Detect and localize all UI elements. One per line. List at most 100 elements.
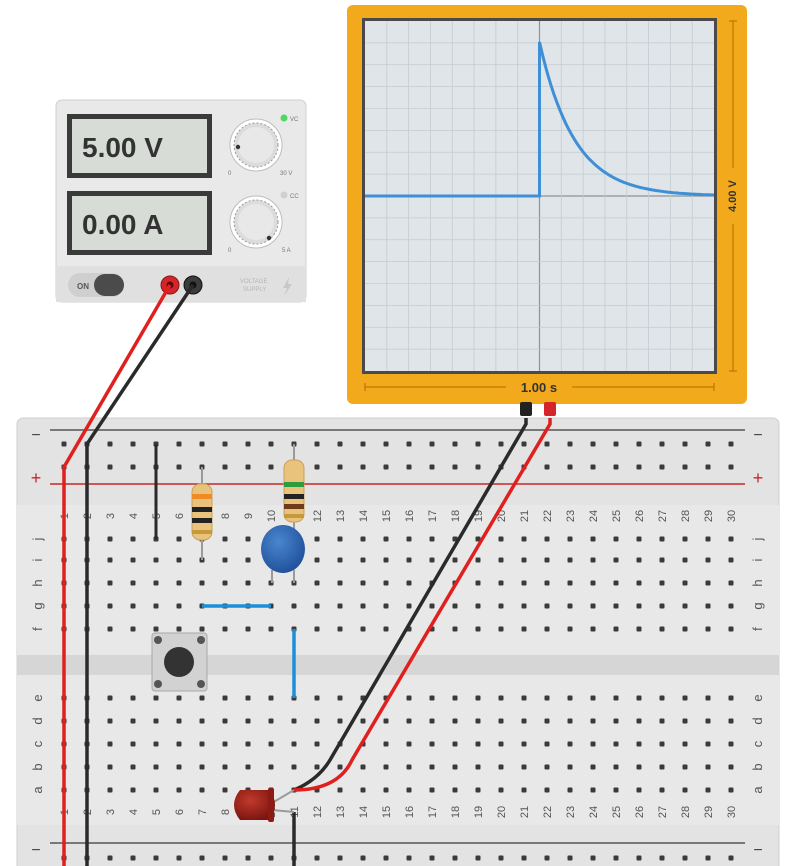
breadboard-hole[interactable] <box>130 603 136 609</box>
breadboard-hole[interactable] <box>245 718 251 724</box>
breadboard-hole[interactable] <box>130 741 136 747</box>
breadboard-hole[interactable] <box>176 741 182 747</box>
rail-hole[interactable] <box>429 855 435 861</box>
breadboard-hole[interactable] <box>521 626 527 632</box>
breadboard-hole[interactable] <box>705 603 711 609</box>
rail-hole[interactable] <box>360 464 366 470</box>
breadboard-hole[interactable] <box>728 536 734 542</box>
breadboard-hole[interactable] <box>383 787 389 793</box>
breadboard-hole[interactable] <box>314 718 320 724</box>
scope-probe-negative[interactable] <box>520 402 532 416</box>
rail-hole[interactable] <box>107 855 113 861</box>
breadboard-hole[interactable] <box>613 557 619 563</box>
breadboard-hole[interactable] <box>728 741 734 747</box>
breadboard-hole[interactable] <box>567 741 573 747</box>
breadboard-hole[interactable] <box>705 536 711 542</box>
rail-hole[interactable] <box>314 855 320 861</box>
breadboard-hole[interactable] <box>475 695 481 701</box>
breadboard-hole[interactable] <box>682 603 688 609</box>
breadboard-hole[interactable] <box>107 695 113 701</box>
breadboard-hole[interactable] <box>728 787 734 793</box>
breadboard-hole[interactable] <box>245 626 251 632</box>
breadboard-hole[interactable] <box>222 695 228 701</box>
breadboard-hole[interactable] <box>383 580 389 586</box>
breadboard-hole[interactable] <box>613 741 619 747</box>
current-knob[interactable] <box>229 195 283 249</box>
rail-hole[interactable] <box>705 855 711 861</box>
breadboard-hole[interactable] <box>567 557 573 563</box>
breadboard-hole[interactable] <box>659 741 665 747</box>
rail-hole[interactable] <box>475 464 481 470</box>
breadboard-hole[interactable] <box>429 741 435 747</box>
breadboard-hole[interactable] <box>337 557 343 563</box>
breadboard-hole[interactable] <box>291 603 297 609</box>
breadboard-hole[interactable] <box>590 695 596 701</box>
breadboard-hole[interactable] <box>130 787 136 793</box>
breadboard-hole[interactable] <box>337 626 343 632</box>
breadboard-hole[interactable] <box>659 580 665 586</box>
rail-hole[interactable] <box>107 464 113 470</box>
rail-hole[interactable] <box>199 441 205 447</box>
breadboard-hole[interactable] <box>659 536 665 542</box>
breadboard-hole[interactable] <box>521 536 527 542</box>
breadboard-hole[interactable] <box>360 764 366 770</box>
rail-hole[interactable] <box>429 464 435 470</box>
breadboard-hole[interactable] <box>107 787 113 793</box>
rail-hole[interactable] <box>337 855 343 861</box>
breadboard-hole[interactable] <box>567 580 573 586</box>
breadboard-hole[interactable] <box>682 741 688 747</box>
breadboard-hole[interactable] <box>728 557 734 563</box>
rail-hole[interactable] <box>521 441 527 447</box>
breadboard-hole[interactable] <box>475 741 481 747</box>
breadboard-hole[interactable] <box>314 764 320 770</box>
breadboard-hole[interactable] <box>360 536 366 542</box>
breadboard-hole[interactable] <box>360 718 366 724</box>
breadboard-hole[interactable] <box>590 603 596 609</box>
breadboard-hole[interactable] <box>521 695 527 701</box>
breadboard-hole[interactable] <box>130 764 136 770</box>
breadboard-hole[interactable] <box>153 787 159 793</box>
breadboard-hole[interactable] <box>199 764 205 770</box>
breadboard-hole[interactable] <box>544 536 550 542</box>
breadboard-hole[interactable] <box>222 557 228 563</box>
rail-hole[interactable] <box>521 855 527 861</box>
breadboard-hole[interactable] <box>176 580 182 586</box>
rail-hole[interactable] <box>176 464 182 470</box>
breadboard-hole[interactable] <box>728 580 734 586</box>
rail-hole[interactable] <box>728 464 734 470</box>
breadboard-hole[interactable] <box>360 626 366 632</box>
rail-hole[interactable] <box>245 855 251 861</box>
rail-hole[interactable] <box>682 855 688 861</box>
breadboard-hole[interactable] <box>383 764 389 770</box>
rail-hole[interactable] <box>682 464 688 470</box>
breadboard-hole[interactable] <box>429 603 435 609</box>
breadboard-hole[interactable] <box>314 626 320 632</box>
breadboard-hole[interactable] <box>406 718 412 724</box>
rail-hole[interactable] <box>176 855 182 861</box>
breadboard-hole[interactable] <box>176 603 182 609</box>
breadboard-hole[interactable] <box>245 580 251 586</box>
rail-hole[interactable] <box>498 441 504 447</box>
breadboard-hole[interactable] <box>337 603 343 609</box>
breadboard-hole[interactable] <box>383 536 389 542</box>
rail-hole[interactable] <box>222 441 228 447</box>
breadboard-hole[interactable] <box>153 718 159 724</box>
breadboard-hole[interactable] <box>521 787 527 793</box>
breadboard-hole[interactable] <box>682 626 688 632</box>
power-supply[interactable]: 5.00 V 0.00 A VC 0 30 V CC 0 5 A ON VOLT… <box>55 99 307 303</box>
breadboard-hole[interactable] <box>222 536 228 542</box>
breadboard-hole[interactable] <box>544 603 550 609</box>
breadboard-hole[interactable] <box>360 557 366 563</box>
breadboard-hole[interactable] <box>383 626 389 632</box>
breadboard-hole[interactable] <box>659 695 665 701</box>
rail-hole[interactable] <box>360 441 366 447</box>
breadboard-hole[interactable] <box>613 695 619 701</box>
breadboard-hole[interactable] <box>406 603 412 609</box>
breadboard-hole[interactable] <box>521 764 527 770</box>
breadboard-hole[interactable] <box>475 764 481 770</box>
breadboard-hole[interactable] <box>613 603 619 609</box>
breadboard-hole[interactable] <box>383 718 389 724</box>
breadboard-hole[interactable] <box>659 626 665 632</box>
breadboard-hole[interactable] <box>268 718 274 724</box>
rail-hole[interactable] <box>567 441 573 447</box>
